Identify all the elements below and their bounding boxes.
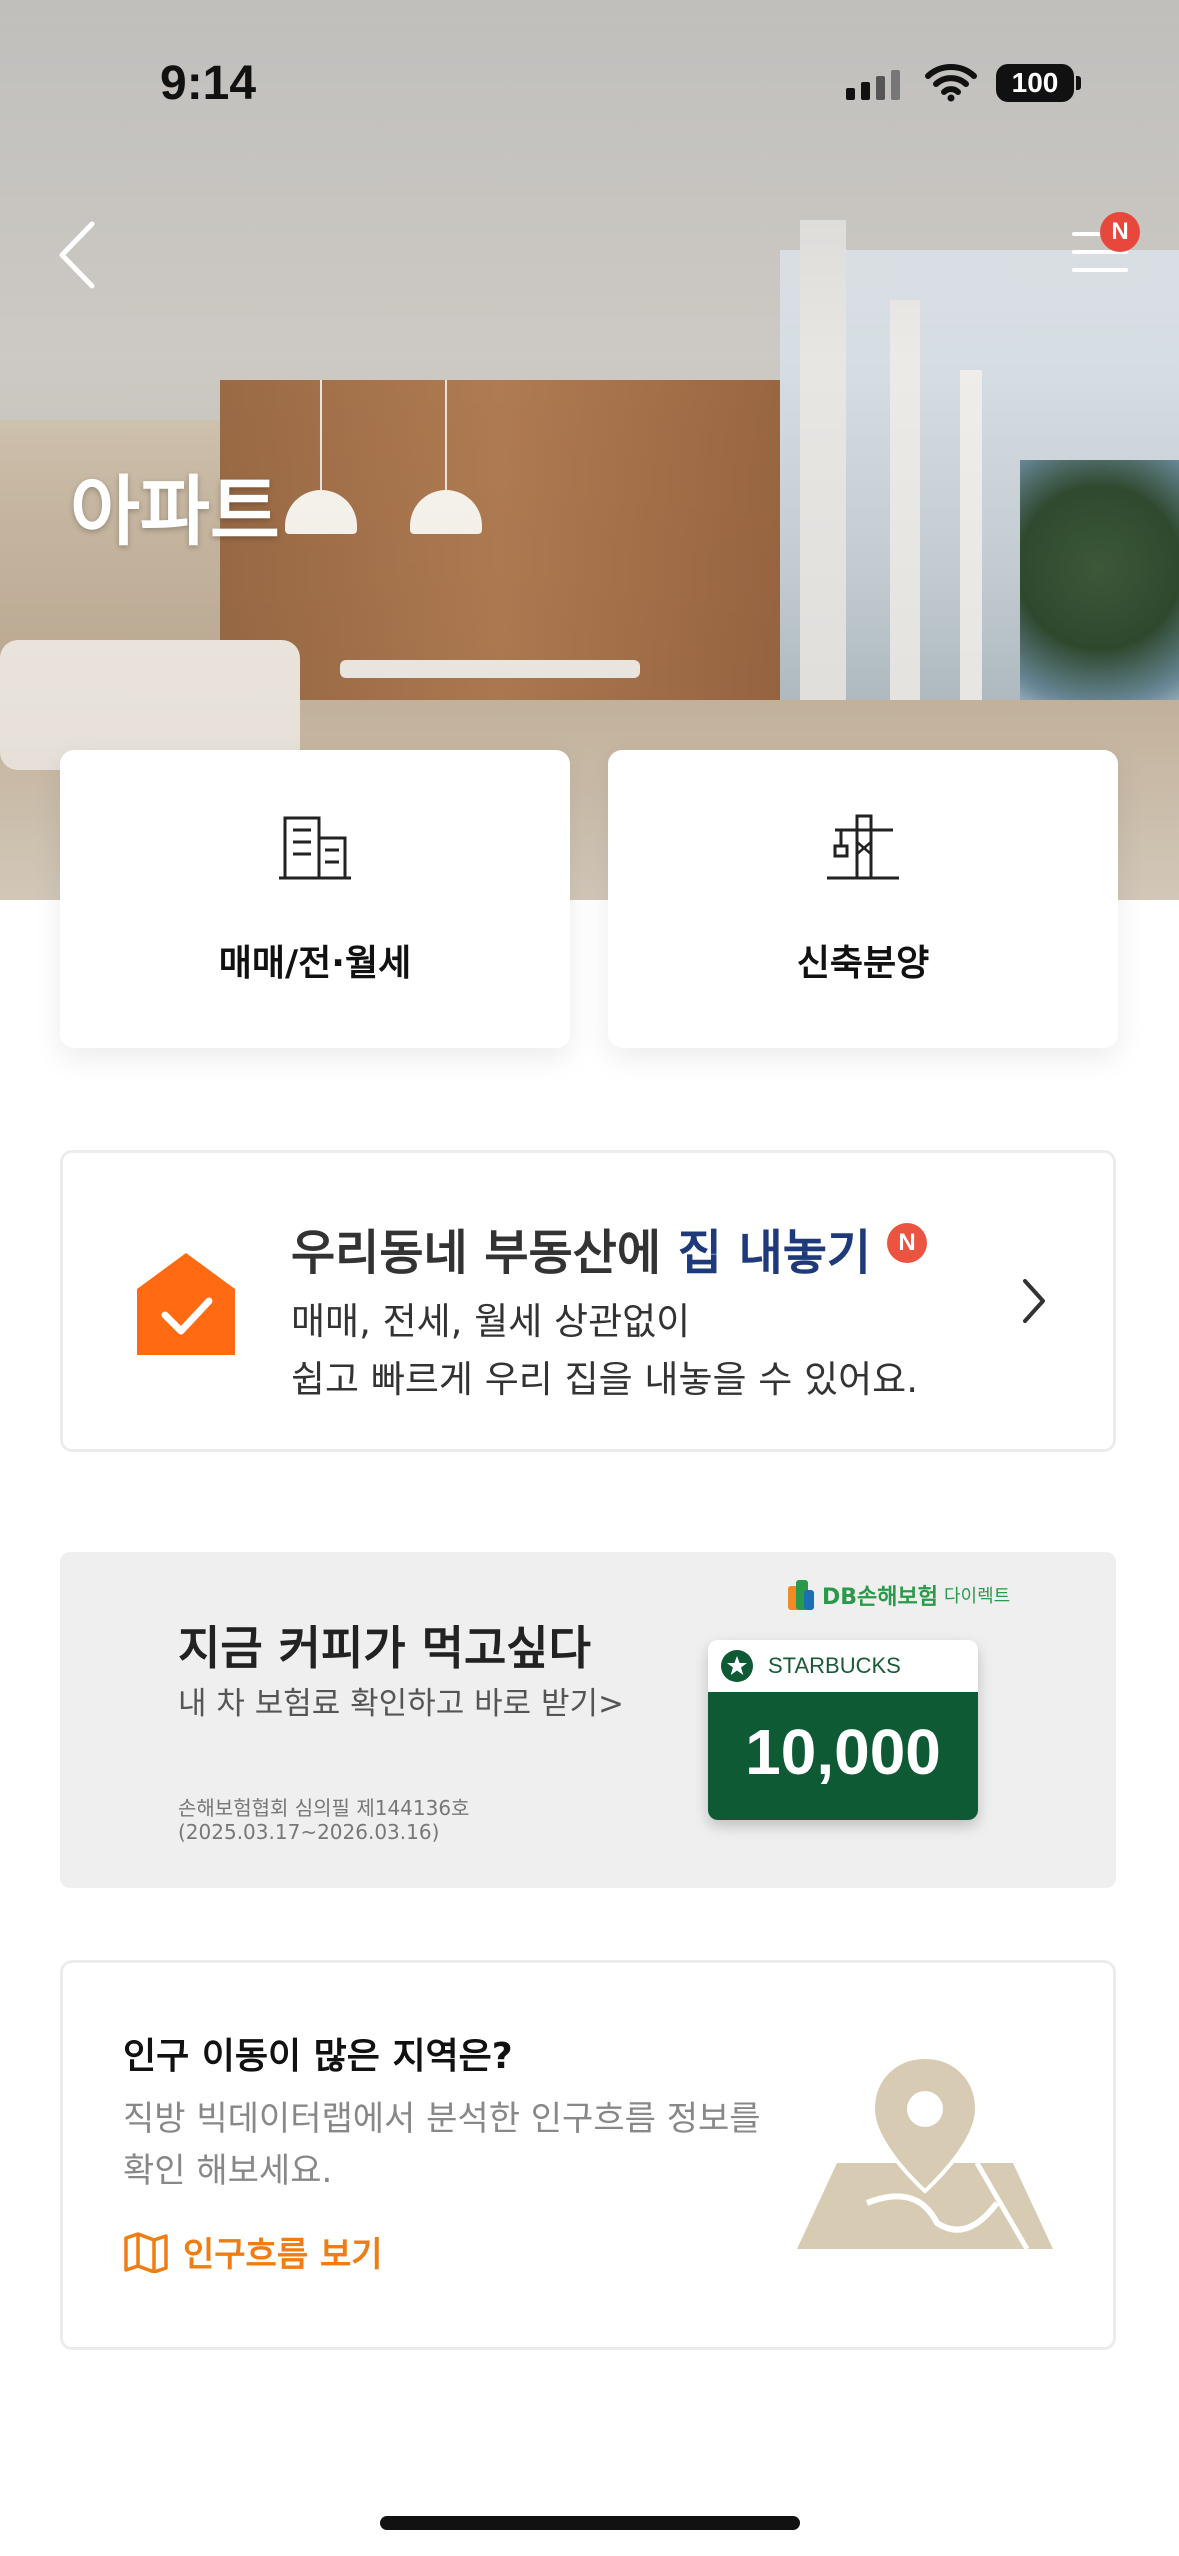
map-icon (124, 2231, 168, 2273)
ad-fine-print-period: (2025.03.17~2026.03.16) (178, 1820, 440, 1844)
building-icon (279, 816, 351, 880)
listing-title: 우리동네 부동산에 집 내놓기 (291, 1225, 872, 1281)
list-my-home-banner[interactable]: 우리동네 부동산에 집 내놓기 N 매매, 전세, 월세 상관없이 쉽고 빠르게… (60, 1150, 1116, 1452)
new-badge: N (887, 1223, 927, 1263)
chevron-right-icon (1023, 1279, 1045, 1323)
listing-desc-line2: 쉽고 빠르게 우리 집을 내놓을 수 있어요. (291, 1358, 918, 1401)
map-pin-illustration-icon (797, 2054, 1053, 2251)
cellular-signal-icon (846, 70, 900, 100)
ad-title: 지금 커피가 먹고싶다 (178, 1621, 591, 1675)
category-card-sale-rent[interactable]: 매매/전·월세 (60, 750, 570, 1048)
population-title: 인구 이동이 많은 지역은? (123, 2036, 513, 2077)
population-link-label: 인구흐름 보기 (183, 2235, 383, 2275)
population-flow-link[interactable]: 인구흐름 보기 (123, 2227, 383, 2276)
brand-main: DB손해보험 (822, 1585, 938, 1610)
brand-sub: 다이렉트 (944, 1586, 1011, 1607)
menu-new-badge: N (1100, 212, 1140, 252)
category-label: 신축분양 (796, 943, 930, 984)
back-arrow-icon[interactable] (50, 210, 110, 300)
coupon-brand: STARBUCKS (768, 1653, 901, 1678)
starbucks-star-icon (721, 1650, 753, 1682)
db-insurance-logo: DB손해보험 다이렉트 (786, 1578, 1010, 1612)
status-time: 9:14 (160, 57, 257, 110)
category-card-new-sale[interactable]: 신축분양 (608, 750, 1118, 1048)
home-indicator[interactable] (380, 2516, 800, 2530)
ad-fine-print: 손해보험협회 심의필 제144136호 (178, 1796, 470, 1820)
population-desc-line1: 직방 빅데이터랩에서 분석한 인구흐름 정보를 (123, 2099, 761, 2139)
category-label: 매매/전·월세 (218, 943, 412, 984)
population-flow-card[interactable]: 인구 이동이 많은 지역은? 직방 빅데이터랩에서 분석한 인구흐름 정보를 확… (60, 1960, 1116, 2350)
ad-subtitle: 내 차 보험료 확인하고 바로 받기> (178, 1686, 625, 1722)
coupon-amount: 10,000 (708, 1692, 978, 1820)
insurance-ad-banner[interactable]: 지금 커피가 먹고싶다 내 차 보험료 확인하고 바로 받기> 손해보험협회 심… (60, 1552, 1116, 1888)
population-desc-line2: 확인 해보세요. (123, 2151, 333, 2191)
house-check-icon (137, 1253, 235, 1355)
battery-tip (1076, 76, 1081, 90)
battery-indicator: 100 (996, 64, 1074, 102)
starbucks-coupon: STARBUCKS 10,000 (708, 1640, 978, 1820)
wifi-icon (925, 64, 977, 102)
crane-icon (827, 814, 899, 880)
page-title: 아파트 (70, 467, 280, 556)
db-logo-icon (788, 1580, 814, 1610)
listing-desc-line1: 매매, 전세, 월세 상관없이 (291, 1300, 691, 1343)
